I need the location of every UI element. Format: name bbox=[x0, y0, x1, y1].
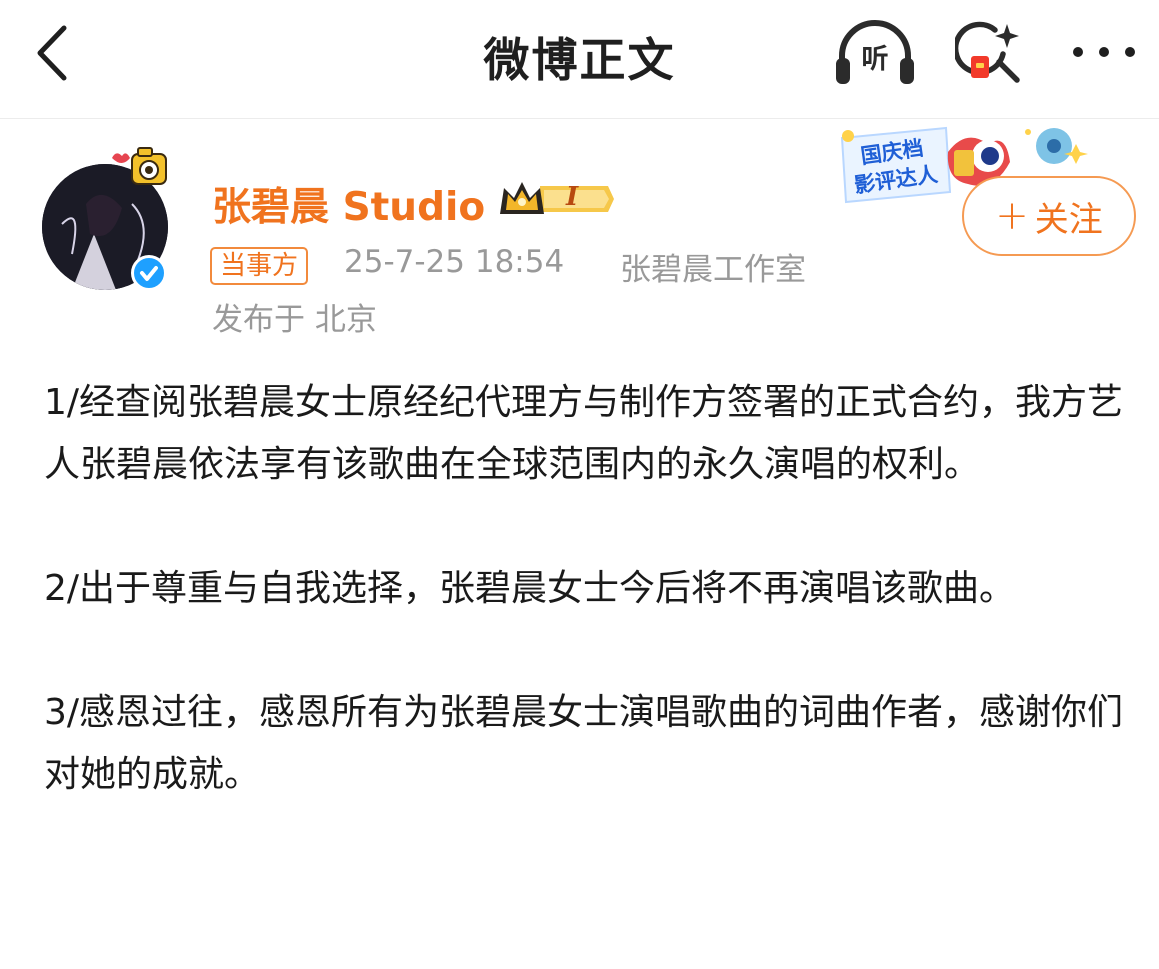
crown-icon bbox=[500, 182, 614, 214]
search-icon bbox=[952, 21, 1020, 83]
post-body: 1/经查阅张碧晨女士原经纪代理方与制作方签署的正式合约，我方艺人张碧晨依法享有该… bbox=[44, 372, 1134, 806]
listen-button[interactable]: 听 bbox=[832, 18, 918, 88]
vip-level: I bbox=[566, 182, 579, 212]
more-icon bbox=[1073, 47, 1135, 57]
follow-button[interactable]: + 关注 bbox=[962, 176, 1136, 256]
listen-label: 听 bbox=[861, 44, 889, 75]
follow-label: 关注 bbox=[1034, 199, 1103, 240]
verified-icon bbox=[140, 266, 158, 281]
back-icon bbox=[37, 25, 67, 81]
verified-badge bbox=[131, 255, 167, 291]
more-button[interactable] bbox=[1068, 32, 1140, 72]
top-nav-bar: 微博正文 听 bbox=[0, 0, 1159, 119]
party-tag: 当事方 bbox=[210, 247, 309, 285]
post-timestamp: 25-7-25 18:54 bbox=[344, 244, 565, 280]
search-button[interactable] bbox=[952, 16, 1027, 88]
post-source[interactable]: 张碧晨工作室 bbox=[620, 244, 806, 289]
post-paragraph: 1/经查阅张碧晨女士原经纪代理方与制作方签署的正式合约，我方艺人张碧晨依法享有该… bbox=[44, 382, 1124, 485]
vip-badge[interactable]: I bbox=[496, 176, 614, 222]
back-button[interactable] bbox=[30, 22, 80, 84]
post-paragraph: 2/出于尊重与自我选择，张碧晨女士今后将不再演唱该歌曲。 bbox=[44, 568, 1016, 609]
camera-decoration-icon bbox=[112, 147, 167, 185]
post-location: 发布于 北京 bbox=[212, 302, 377, 338]
plus-icon: + bbox=[995, 193, 1029, 239]
post-paragraph: 3/感恩过往，感恩所有为张碧晨女士演唱歌曲的词曲作者，感谢你们对她的成就。 bbox=[44, 692, 1124, 795]
author-name[interactable]: 张碧晨 Studio bbox=[212, 176, 485, 232]
